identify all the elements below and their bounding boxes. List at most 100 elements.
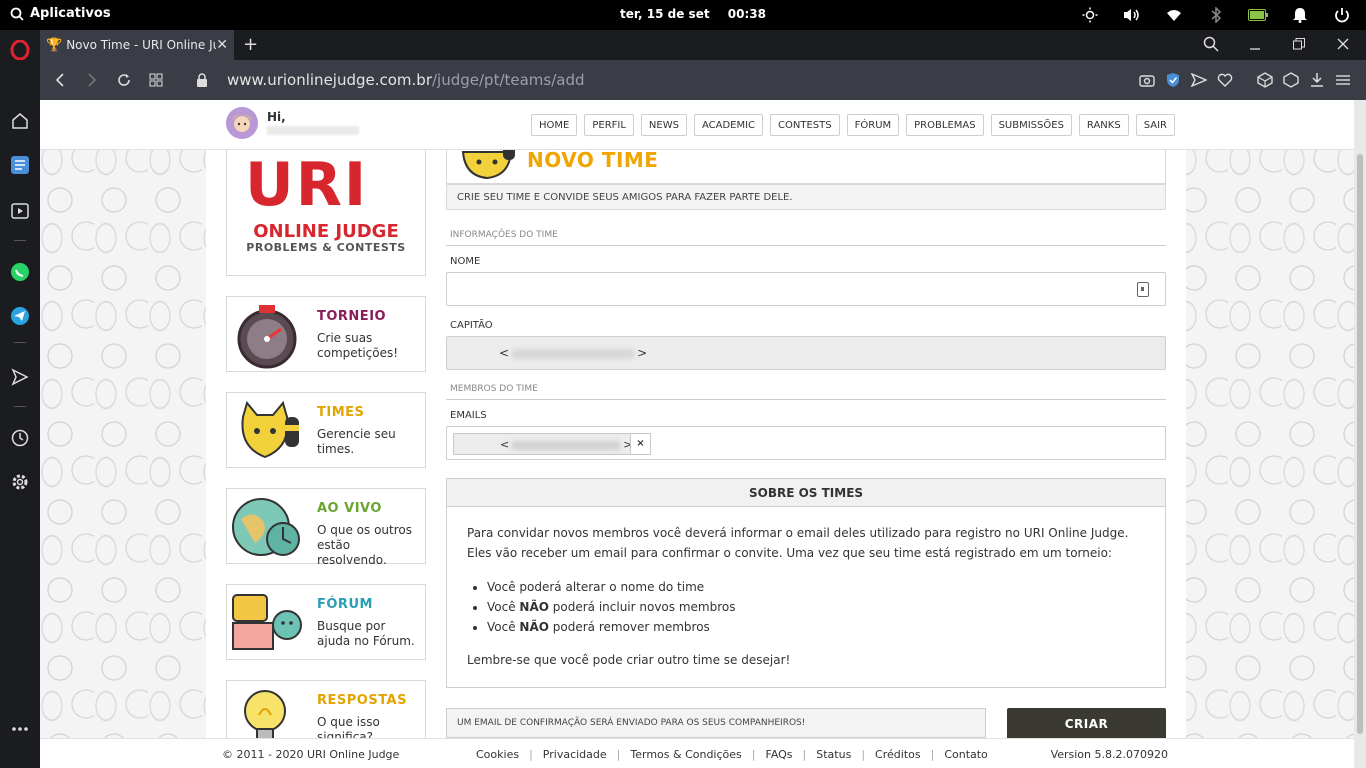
extensions-icon[interactable] bbox=[1282, 70, 1300, 90]
whatsapp-icon[interactable] bbox=[9, 261, 31, 283]
more-icon[interactable] bbox=[9, 718, 31, 740]
back-icon[interactable] bbox=[50, 70, 70, 90]
card-times[interactable]: TIMES Gerencie seu times. bbox=[226, 392, 426, 468]
tab-title: Novo Time - URI Online Judge bbox=[66, 38, 216, 52]
scrollbar-thumb[interactable] bbox=[1357, 154, 1363, 734]
footer-link[interactable]: Créditos bbox=[865, 748, 931, 761]
emails-label: EMAILS bbox=[450, 410, 487, 421]
settings-icon[interactable] bbox=[9, 471, 31, 493]
news-reader-icon[interactable] bbox=[9, 154, 31, 176]
card-ao-vivo[interactable]: AO VIVO O que os outros estão resolvendo… bbox=[226, 488, 426, 567]
wifi-icon[interactable] bbox=[1164, 5, 1184, 25]
emails-input[interactable]: < > × bbox=[446, 426, 1166, 460]
send-icon[interactable] bbox=[9, 366, 31, 388]
menu-item-academic[interactable]: ACADEMIC bbox=[693, 114, 764, 136]
minimize-icon[interactable] bbox=[1246, 35, 1264, 53]
page-subtitle: CRIE SEU TIME E CONVIDE SEUS AMIGOS PARA… bbox=[446, 184, 1166, 210]
clock[interactable]: ter, 15 de set 00:38 bbox=[620, 7, 780, 21]
menu-item-home[interactable]: HOME bbox=[531, 114, 578, 136]
snapshot-icon[interactable] bbox=[1138, 70, 1156, 90]
card-desc: O que os outros estão resolvendo. bbox=[317, 523, 413, 567]
power-icon[interactable] bbox=[1332, 5, 1352, 25]
bluetooth-icon[interactable] bbox=[1206, 5, 1226, 25]
card-title: FÓRUM bbox=[317, 597, 373, 612]
card-torneio[interactable]: TORNEIO Crie suas competições! bbox=[226, 296, 426, 372]
copyright: © 2011 - 2020 URI Online Judge bbox=[222, 748, 400, 761]
night-light-icon[interactable] bbox=[1080, 5, 1100, 25]
team-name-input[interactable] bbox=[446, 272, 1166, 306]
footer-link[interactable]: Privacidade bbox=[533, 748, 617, 761]
remove-email-button[interactable]: × bbox=[630, 434, 650, 454]
uri-logo[interactable]: URI ONLINE JUDGE PROBLEMS & CONTESTS bbox=[226, 140, 426, 276]
easy-setup-icon[interactable] bbox=[1334, 70, 1352, 90]
menu-item-submissoes[interactable]: SUBMISSÕES bbox=[990, 114, 1072, 136]
section-team-info: INFORMAÇÕES DO TIME bbox=[446, 230, 1166, 246]
card-title: RESPOSTAS bbox=[317, 693, 407, 708]
logo-mark: URI bbox=[245, 150, 369, 220]
version: Version 5.8.2.070920 bbox=[1050, 748, 1168, 761]
telegram-icon[interactable] bbox=[9, 305, 31, 327]
site-header: Hi, HOME PERFIL NEWS ACADEMIC CONTESTS FÓRUM P… bbox=[40, 100, 1354, 150]
activities-button[interactable]: Aplicativos bbox=[10, 6, 111, 21]
send-to-flow-icon[interactable] bbox=[1190, 70, 1208, 90]
url-field[interactable]: www.urionlinejudge.com.br/judge/pt/teams… bbox=[227, 71, 585, 89]
clock-date: ter, 15 de set bbox=[620, 7, 710, 21]
name-label: NOME bbox=[450, 256, 481, 267]
lock-icon[interactable] bbox=[192, 70, 212, 90]
tab-novo-time[interactable]: 🏆 Novo Time - URI Online Judge ✕ bbox=[40, 30, 234, 60]
volume-icon[interactable] bbox=[1122, 5, 1142, 25]
redacted-email bbox=[512, 440, 621, 450]
captain-value: < > bbox=[499, 346, 648, 360]
footer-link[interactable]: Contato bbox=[934, 748, 997, 761]
opera-logo-icon[interactable] bbox=[10, 39, 30, 61]
bookmark-heart-icon[interactable] bbox=[1216, 70, 1234, 90]
menu-item-problemas[interactable]: PROBLEMAS bbox=[906, 114, 984, 136]
menu-item-sair[interactable]: SAIR bbox=[1135, 114, 1175, 136]
menu-item-news[interactable]: NEWS bbox=[640, 114, 687, 136]
footer-link[interactable]: Cookies bbox=[466, 748, 529, 761]
close-tab-icon[interactable]: ✕ bbox=[216, 37, 228, 53]
download-icon[interactable] bbox=[1308, 70, 1326, 90]
footer-link[interactable]: FAQs bbox=[756, 748, 803, 761]
page-viewport[interactable]: Hi, HOME PERFIL NEWS ACADEMIC CONTESTS FÓRUM P… bbox=[40, 100, 1354, 768]
battery-icon[interactable] bbox=[1248, 5, 1268, 25]
list-item: Você poderá alterar o nome do time bbox=[487, 577, 736, 597]
forward-icon[interactable] bbox=[82, 70, 102, 90]
menu-item-perfil[interactable]: PERFIL bbox=[584, 114, 634, 136]
home-icon[interactable] bbox=[9, 110, 31, 132]
crypto-wallet-icon[interactable] bbox=[1256, 70, 1274, 90]
menu-item-forum[interactable]: FÓRUM bbox=[846, 114, 900, 136]
video-popout-icon[interactable] bbox=[9, 200, 31, 222]
card-forum[interactable]: FÓRUM Busque por ajuda no Fórum. bbox=[226, 584, 426, 660]
tiles-icon[interactable] bbox=[146, 70, 166, 90]
section-team-members: MEMBROS DO TIME bbox=[446, 384, 1166, 400]
close-window-icon[interactable] bbox=[1334, 35, 1352, 53]
card-desc: Gerencie seu times. bbox=[317, 427, 396, 456]
tab-strip: 🏆 Novo Time - URI Online Judge ✕ + bbox=[40, 30, 1366, 60]
redacted-email bbox=[512, 348, 635, 359]
chat-bubbles-icon bbox=[229, 589, 305, 657]
card-title: TIMES bbox=[317, 405, 365, 420]
page-scrollbar[interactable] bbox=[1354, 100, 1366, 768]
card-desc: Crie suas competições! bbox=[317, 331, 399, 360]
password-manager-icon[interactable] bbox=[1137, 282, 1149, 297]
restore-icon[interactable] bbox=[1290, 35, 1308, 53]
menu-item-ranks[interactable]: RANKS bbox=[1078, 114, 1129, 136]
sidebar-divider bbox=[14, 406, 26, 407]
avatar[interactable] bbox=[226, 107, 258, 139]
history-icon[interactable] bbox=[9, 427, 31, 449]
tab-search-icon[interactable] bbox=[1202, 35, 1220, 53]
adblock-shield-icon[interactable] bbox=[1164, 70, 1182, 90]
logo-name: ONLINE JUDGE bbox=[253, 221, 399, 242]
about-outro: Lembre-se que você pode criar outro time… bbox=[467, 653, 791, 667]
new-tab-icon[interactable]: + bbox=[243, 34, 258, 55]
sidebar-divider bbox=[14, 342, 26, 343]
about-heading: SOBRE OS TIMES bbox=[447, 479, 1165, 507]
create-team-button[interactable]: CRIAR bbox=[1007, 708, 1166, 742]
footer-link[interactable]: Termos & Condições bbox=[620, 748, 751, 761]
footer-link[interactable]: Status bbox=[806, 748, 861, 761]
reload-icon[interactable] bbox=[114, 70, 134, 90]
list-item: Você NÃO poderá incluir novos membros bbox=[487, 597, 736, 617]
menu-item-contests[interactable]: CONTESTS bbox=[770, 114, 840, 136]
notifications-icon[interactable] bbox=[1290, 5, 1310, 25]
